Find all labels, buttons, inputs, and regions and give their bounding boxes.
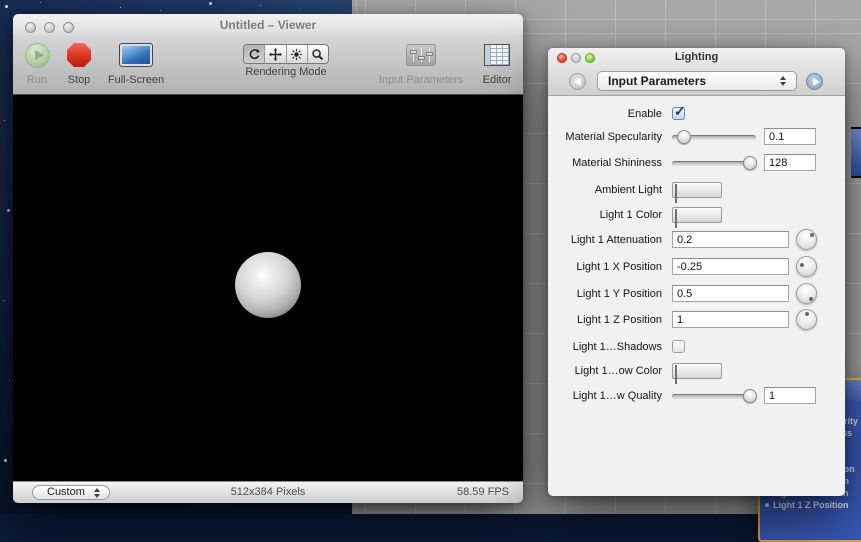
control-row-ambient: Ambient Light xyxy=(548,181,845,203)
fps-readout: 58.59 FPS xyxy=(457,486,509,498)
z-position-label: Light 1 Z Position xyxy=(577,314,662,326)
rotate-mode-button[interactable] xyxy=(244,45,266,63)
control-row-shininess: Material Shininess xyxy=(548,154,845,172)
shadows-label: Light 1…Shadows xyxy=(572,341,662,353)
viewer-status-bar: Custom 512x384 Pixels 58.59 FPS xyxy=(13,481,523,503)
shadow-quality-slider[interactable] xyxy=(672,389,757,403)
shadow-color-label: Light 1…ow Color xyxy=(574,365,662,377)
fullscreen-button[interactable]: Full-Screen xyxy=(101,40,171,86)
trackball-mode-button[interactable] xyxy=(287,45,308,63)
specularity-slider[interactable] xyxy=(672,130,756,144)
canvas-dimensions: 512x384 Pixels xyxy=(230,486,306,498)
x-position-label: Light 1 X Position xyxy=(576,261,662,273)
y-position-dial[interactable] xyxy=(796,283,817,304)
lighting-inspector-window: Lighting Input Parameters Enable Materia… xyxy=(548,48,845,496)
slider-thumb[interactable] xyxy=(743,389,757,403)
x-position-field[interactable] xyxy=(672,258,789,275)
z-position-dial[interactable] xyxy=(796,309,817,330)
ambient-light-colorwell[interactable] xyxy=(672,182,722,203)
z-position-field[interactable] xyxy=(672,311,789,328)
control-row-attenuation: Light 1 Attenuation xyxy=(548,229,845,250)
control-row-enable: Enable xyxy=(548,103,845,123)
editor-button[interactable]: Editor xyxy=(475,40,519,86)
forward-button[interactable] xyxy=(806,73,823,90)
rendering-mode-segmented-control xyxy=(243,44,329,64)
input-parameters-sliders-icon xyxy=(406,44,436,66)
y-position-label: Light 1 Y Position xyxy=(576,288,662,300)
patch-port[interactable]: Light 1 Z Position xyxy=(760,499,861,511)
popup-stepper-icon xyxy=(780,76,787,86)
zoom-mode-button[interactable] xyxy=(308,45,328,63)
render-canvas[interactable] xyxy=(13,95,523,481)
attenuation-dial[interactable] xyxy=(796,229,817,250)
shadow-quality-field[interactable] xyxy=(764,387,816,404)
control-row-y-position: Light 1 Y Position xyxy=(548,283,845,304)
specularity-field[interactable] xyxy=(764,128,816,145)
shadow-colorwell[interactable] xyxy=(672,363,722,384)
shadows-checkbox[interactable] xyxy=(672,340,685,353)
enable-checkbox[interactable] xyxy=(672,103,686,120)
control-row-light1-color: Light 1 Color xyxy=(548,206,845,228)
control-row-shadow-quality: Light 1…w Quality xyxy=(548,387,845,405)
color-swatch xyxy=(675,365,677,384)
control-row-shadow-color: Light 1…ow Color xyxy=(548,362,845,384)
dial-dot xyxy=(800,263,804,267)
fullscreen-label: Full-Screen xyxy=(107,74,165,86)
zoom-icon xyxy=(312,48,324,60)
window-title: Untitled – Viewer xyxy=(219,18,317,32)
fullscreen-display-icon xyxy=(119,43,153,67)
rendering-mode-label: Rendering Mode xyxy=(245,66,327,78)
rotate-icon xyxy=(249,48,260,59)
attenuation-label: Light 1 Attenuation xyxy=(570,234,662,246)
x-position-dial[interactable] xyxy=(796,256,817,277)
slider-thumb[interactable] xyxy=(743,156,757,170)
pan-mode-button[interactable] xyxy=(265,45,287,63)
input-parameters-label: Input Parameters xyxy=(378,74,464,86)
viewer-window: Untitled – Viewer Run Stop Full-Screen R… xyxy=(13,14,523,503)
inspector-title: Lighting xyxy=(674,51,719,63)
control-row-shadows: Light 1…Shadows xyxy=(548,338,845,356)
shininess-label: Material Shininess xyxy=(572,157,662,169)
control-row-specularity: Material Specularity xyxy=(548,128,845,146)
dial-dot xyxy=(805,312,809,316)
run-label: Run xyxy=(26,74,48,86)
trackball-icon xyxy=(291,48,303,60)
attenuation-field[interactable] xyxy=(672,231,789,248)
color-swatch xyxy=(675,184,677,203)
control-row-z-position: Light 1 Z Position xyxy=(548,309,845,330)
stop-button[interactable]: Stop xyxy=(61,40,97,86)
stop-octagon-icon xyxy=(67,43,91,67)
pane-popup-value: Input Parameters xyxy=(608,74,707,88)
back-button[interactable] xyxy=(569,73,586,90)
dial-dot xyxy=(810,233,814,237)
light1-colorwell[interactable] xyxy=(672,207,722,228)
slider-thumb[interactable] xyxy=(677,130,691,144)
editor-label: Editor xyxy=(482,74,512,86)
rendered-sphere xyxy=(235,252,301,318)
color-swatch xyxy=(675,209,677,228)
viewer-titlebar[interactable]: Untitled – Viewer Run Stop Full-Screen R… xyxy=(13,14,523,95)
shadow-quality-label: Light 1…w Quality xyxy=(572,390,662,402)
control-row-x-position: Light 1 X Position xyxy=(548,256,845,277)
run-button[interactable]: Run xyxy=(21,40,53,86)
rendering-mode-group: Rendering Mode xyxy=(218,66,354,78)
run-play-icon xyxy=(24,42,50,68)
stop-label: Stop xyxy=(67,74,91,86)
specularity-label: Material Specularity xyxy=(565,131,662,143)
ambient-light-label: Ambient Light xyxy=(594,184,662,196)
input-parameters-button[interactable]: Input Parameters xyxy=(368,40,474,86)
shininess-slider[interactable] xyxy=(672,156,757,170)
editor-table-icon xyxy=(484,44,510,66)
dial-dot xyxy=(809,297,813,301)
wallpaper-stars xyxy=(0,0,1,1)
inspector-titlebar[interactable]: Lighting Input Parameters xyxy=(548,48,845,96)
patch-node-fragment[interactable] xyxy=(851,127,861,178)
light1-color-label: Light 1 Color xyxy=(599,209,662,221)
enable-label: Enable xyxy=(627,108,662,120)
pan-icon xyxy=(268,47,282,61)
y-position-field[interactable] xyxy=(672,285,789,302)
inspector-pane-popup[interactable]: Input Parameters xyxy=(597,71,797,91)
shininess-field[interactable] xyxy=(764,154,816,171)
